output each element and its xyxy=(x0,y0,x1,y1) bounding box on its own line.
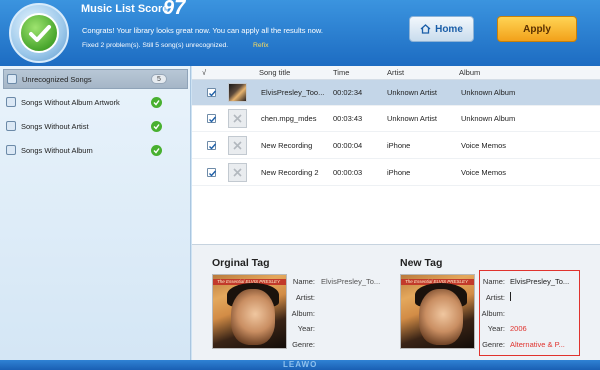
highlight-box xyxy=(479,270,580,356)
new-album-cover: The Essential ELVIS PRESLEY xyxy=(400,274,475,349)
leawo-logo: LEAWO xyxy=(283,360,318,369)
new-tag-title: New Tag xyxy=(400,257,443,269)
artwork-icon xyxy=(6,97,16,107)
original-album-cover: The Essential ELVIS PRESLEY xyxy=(212,274,287,349)
score-value: 97 xyxy=(163,0,186,19)
column-header-check[interactable]: √ xyxy=(202,68,206,77)
cell-artist: iPhone xyxy=(387,168,411,177)
sidebar-item-without-artist[interactable]: Songs Without Artist xyxy=(3,116,188,136)
sidebar-item-label: Songs Without Artist xyxy=(21,121,89,131)
sidebar-item-without-artwork[interactable]: Songs Without Album Artwork xyxy=(3,92,188,112)
check-circle-icon xyxy=(151,120,162,132)
cell-time: 00:00:04 xyxy=(333,141,363,150)
cell-title: New Recording xyxy=(261,141,313,150)
original-name-value: ElvisPresley_To... xyxy=(321,277,381,286)
song-table: √ Song title Time Artist Album ElvisPres… xyxy=(192,66,600,250)
no-artwork-icon xyxy=(228,163,247,182)
check-circle-icon xyxy=(151,96,162,108)
cell-album: Voice Memos xyxy=(461,141,507,150)
no-artwork-icon xyxy=(228,109,247,128)
cell-artist: Unknown Artist xyxy=(387,88,438,97)
column-header-title[interactable]: Song title xyxy=(259,68,290,77)
row-checkbox[interactable] xyxy=(207,168,217,177)
congrats-message: Congrats! Your library looks great now. … xyxy=(82,26,323,35)
row-checkbox[interactable] xyxy=(207,114,217,123)
refix-link[interactable]: Refix xyxy=(253,42,269,49)
fix-status: Fixed 2 problem(s). Still 5 song(s) unre… xyxy=(82,42,229,49)
table-row[interactable]: chen.mpg_mdes 00:03:43 Unknown Artist Un… xyxy=(192,106,600,132)
cell-title: ElvisPresley_Too... xyxy=(261,88,325,97)
table-row[interactable]: New Recording 00:00:04 iPhone Voice Memo… xyxy=(192,133,600,159)
artist-icon xyxy=(6,121,16,131)
original-album-label: Album: xyxy=(291,309,315,318)
no-artwork-icon xyxy=(228,136,247,155)
score-label: Music List Score: xyxy=(81,3,173,15)
album-icon xyxy=(6,145,16,155)
cell-artist: iPhone xyxy=(387,141,411,150)
home-icon xyxy=(420,24,431,34)
sidebar-item-label: Songs Without Album xyxy=(21,145,93,155)
score-badge-icon xyxy=(9,3,69,63)
row-checkbox[interactable] xyxy=(207,141,217,150)
music-note-icon xyxy=(7,74,17,84)
cover-text: The Essential ELVIS PRESLEY xyxy=(217,279,281,284)
original-artist-label: Artist: xyxy=(295,293,315,302)
cell-artist: Unknown Artist xyxy=(387,114,438,123)
row-checkbox[interactable] xyxy=(207,88,217,97)
sidebar-item-unrecognized-songs[interactable]: Unrecognized Songs 5 xyxy=(3,69,188,89)
cell-title: New Recording 2 xyxy=(261,168,319,177)
original-genre-label: Genre: xyxy=(292,340,315,349)
sidebar-item-label: Unrecognized Songs xyxy=(22,74,92,84)
sidebar-item-label: Songs Without Album Artwork xyxy=(21,97,120,107)
apply-button[interactable]: Apply xyxy=(497,16,577,42)
cell-album: Unknown Album xyxy=(461,88,516,97)
header-bar: Music List Score: 97 Congrats! Your libr… xyxy=(0,0,600,66)
cell-time: 00:00:03 xyxy=(333,168,363,177)
cell-album: Unknown Album xyxy=(461,114,516,123)
footer-bar: LEAWO xyxy=(0,360,600,370)
cell-time: 00:03:43 xyxy=(333,114,363,123)
original-tag-title: Orginal Tag xyxy=(212,257,270,269)
original-name-label: Name: xyxy=(292,277,315,286)
table-row[interactable]: ElvisPresley_Too... 00:02:34 Unknown Art… xyxy=(192,80,600,106)
home-label: Home xyxy=(435,23,463,35)
count-badge: 5 xyxy=(151,74,167,84)
home-button[interactable]: Home xyxy=(409,16,474,42)
album-art-thumbnail xyxy=(228,83,247,102)
column-header-time[interactable]: Time xyxy=(333,68,349,77)
cover-text: The Essential ELVIS PRESLEY xyxy=(405,279,469,284)
original-year-label: Year: xyxy=(297,324,315,333)
sidebar-item-without-album[interactable]: Songs Without Album xyxy=(3,140,188,160)
table-header: √ Song title Time Artist Album xyxy=(192,66,600,80)
cell-time: 00:02:34 xyxy=(333,88,363,97)
cell-title: chen.mpg_mdes xyxy=(261,114,317,123)
table-row[interactable]: New Recording 2 00:00:03 iPhone Voice Me… xyxy=(192,160,600,186)
sidebar: Unrecognized Songs 5 Songs Without Album… xyxy=(0,66,191,360)
column-header-album[interactable]: Album xyxy=(459,68,480,77)
column-header-artist[interactable]: Artist xyxy=(387,68,404,77)
cell-album: Voice Memos xyxy=(461,168,507,177)
check-circle-icon xyxy=(151,144,162,156)
